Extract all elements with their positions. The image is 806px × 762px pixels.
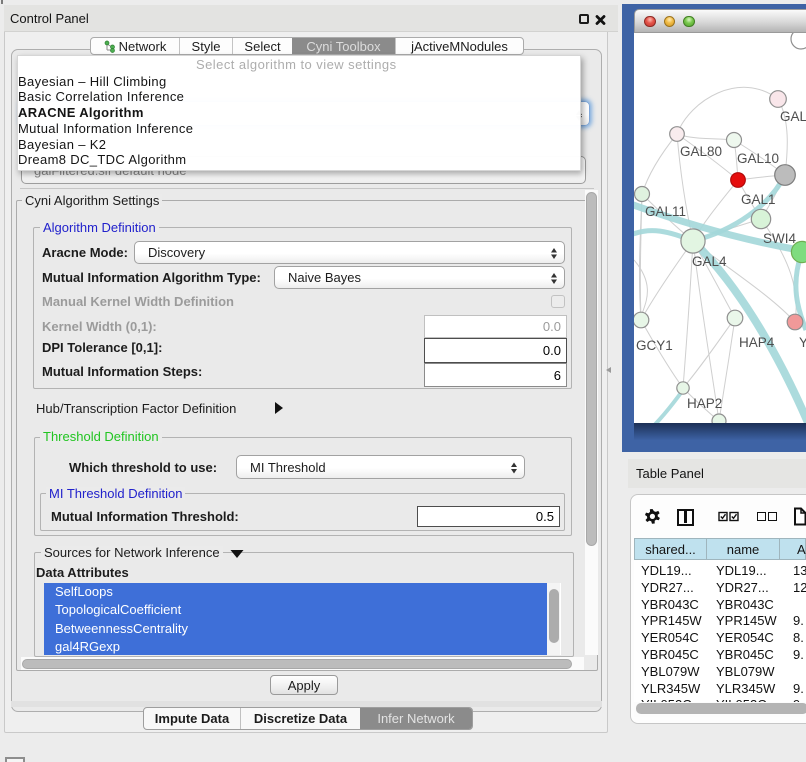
svg-text:GAL10: GAL10 [737, 151, 779, 166]
svg-text:SWI4: SWI4 [763, 231, 796, 246]
svg-text:HAP2: HAP2 [687, 396, 722, 411]
svg-text:GAL11: GAL11 [645, 204, 686, 219]
svg-text:GAL: GAL [780, 109, 806, 124]
svg-text:GAL80: GAL80 [680, 144, 722, 159]
svg-text:HAP4: HAP4 [739, 335, 775, 350]
svg-text:Y: Y [799, 335, 806, 350]
svg-text:GAL1: GAL1 [741, 192, 776, 207]
svg-text:GCY1: GCY1 [636, 338, 673, 353]
svg-text:GAL4: GAL4 [692, 254, 727, 269]
